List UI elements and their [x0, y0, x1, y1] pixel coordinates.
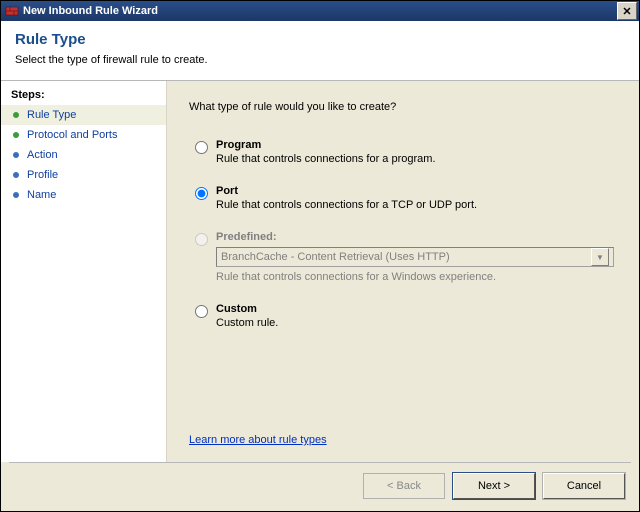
- radio-predefined[interactable]: [195, 233, 208, 246]
- next-button[interactable]: Next >: [453, 473, 535, 499]
- learn-more-link[interactable]: Learn more about rule types: [189, 434, 617, 446]
- option-custom-title: Custom: [216, 303, 617, 315]
- option-program-title: Program: [216, 139, 617, 151]
- page-title: Rule Type: [15, 31, 625, 48]
- radio-port[interactable]: [195, 187, 208, 200]
- radio-custom[interactable]: [195, 305, 208, 318]
- steps-sidebar: Steps: Rule Type Protocol and Ports Acti…: [1, 81, 167, 462]
- body-panel: Steps: Rule Type Protocol and Ports Acti…: [1, 81, 639, 462]
- option-port-desc: Rule that controls connections for a TCP…: [216, 199, 617, 211]
- step-bullet-icon: [13, 132, 19, 138]
- header-panel: Rule Type Select the type of firewall ru…: [1, 21, 639, 81]
- option-port-title: Port: [216, 185, 617, 197]
- radio-program[interactable]: [195, 141, 208, 154]
- step-label: Rule Type: [27, 109, 76, 121]
- prompt-text: What type of rule would you like to crea…: [189, 101, 617, 113]
- back-button: < Back: [363, 473, 445, 499]
- step-label: Name: [27, 189, 56, 201]
- window-title: New Inbound Rule Wizard: [23, 5, 617, 17]
- close-icon: ✕: [622, 5, 631, 18]
- step-bullet-icon: [13, 112, 19, 118]
- sidebar-item-action[interactable]: Action: [1, 145, 166, 165]
- chevron-down-icon: ▼: [591, 248, 609, 266]
- option-program-desc: Rule that controls connections for a pro…: [216, 153, 617, 165]
- step-label: Action: [27, 149, 58, 161]
- predefined-dropdown: BranchCache - Content Retrieval (Uses HT…: [216, 247, 614, 267]
- option-program: Program Rule that controls connections f…: [195, 139, 617, 177]
- step-label: Protocol and Ports: [27, 129, 118, 141]
- rule-type-options: Program Rule that controls connections f…: [195, 139, 617, 426]
- cancel-button[interactable]: Cancel: [543, 473, 625, 499]
- step-label: Profile: [27, 169, 58, 181]
- step-bullet-icon: [13, 192, 19, 198]
- option-custom-desc: Custom rule.: [216, 317, 617, 329]
- option-predefined-title: Predefined:: [216, 231, 617, 243]
- option-predefined-desc: Rule that controls connections for a Win…: [216, 271, 617, 283]
- close-button[interactable]: ✕: [617, 2, 637, 20]
- page-subtitle: Select the type of firewall rule to crea…: [15, 54, 625, 66]
- sidebar-item-name[interactable]: Name: [1, 185, 166, 205]
- sidebar-item-rule-type[interactable]: Rule Type: [1, 105, 166, 125]
- step-bullet-icon: [13, 152, 19, 158]
- firewall-icon: [5, 4, 19, 18]
- option-custom: Custom Custom rule.: [195, 303, 617, 341]
- predefined-selected-value: BranchCache - Content Retrieval (Uses HT…: [221, 251, 450, 263]
- option-port: Port Rule that controls connections for …: [195, 185, 617, 223]
- sidebar-item-protocol-ports[interactable]: Protocol and Ports: [1, 125, 166, 145]
- wizard-window: New Inbound Rule Wizard ✕ Rule Type Sele…: [0, 0, 640, 512]
- step-bullet-icon: [13, 172, 19, 178]
- steps-heading: Steps:: [1, 87, 166, 105]
- sidebar-item-profile[interactable]: Profile: [1, 165, 166, 185]
- content-panel: What type of rule would you like to crea…: [167, 81, 639, 462]
- title-bar: New Inbound Rule Wizard ✕: [1, 1, 639, 21]
- option-predefined: Predefined: BranchCache - Content Retrie…: [195, 231, 617, 295]
- button-row: < Back Next > Cancel: [1, 463, 639, 511]
